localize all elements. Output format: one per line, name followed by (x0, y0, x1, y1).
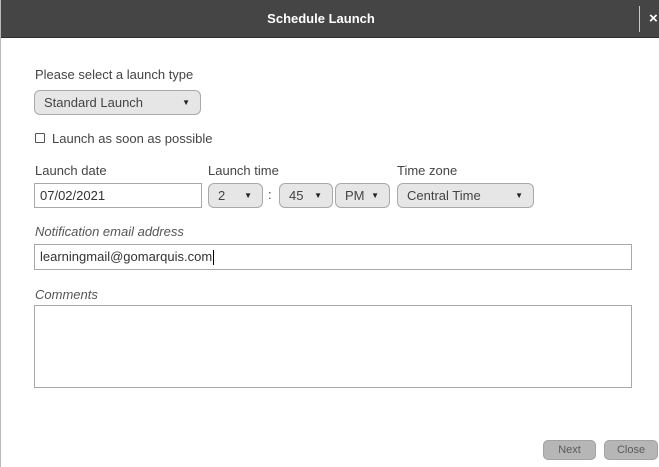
launch-asap-label: Launch as soon as possible (52, 131, 213, 146)
time-zone-value: Central Time (407, 188, 481, 203)
launch-minute-value: 45 (289, 188, 304, 203)
notification-email-field[interactable]: learningmail@gomarquis.com (34, 244, 632, 270)
notification-email-label: Notification email address (35, 224, 184, 239)
launch-hour-select[interactable]: 2 ▼ (208, 183, 263, 208)
notification-email-value: learningmail@gomarquis.com (40, 249, 213, 264)
schedule-launch-dialog: Schedule Launch × Please select a launch… (0, 0, 659, 467)
chevron-down-icon: ▼ (515, 191, 523, 200)
time-zone-label: Time zone (397, 163, 458, 178)
time-separator: : (268, 187, 272, 202)
next-button[interactable]: Next (543, 440, 596, 460)
launch-type-value: Standard Launch (44, 95, 144, 110)
comments-label: Comments (35, 287, 98, 302)
chevron-down-icon: ▼ (371, 191, 379, 200)
launch-asap-checkbox[interactable] (35, 133, 45, 143)
dialog-title: Schedule Launch (267, 11, 375, 26)
comments-textarea[interactable] (34, 305, 632, 388)
launch-ampm-select[interactable]: PM ▼ (335, 183, 390, 208)
launch-type-select[interactable]: Standard Launch ▼ (34, 90, 201, 115)
text-cursor (213, 250, 215, 266)
chevron-down-icon: ▼ (244, 191, 252, 200)
close-icon[interactable]: × (649, 0, 658, 38)
chevron-down-icon: ▼ (314, 191, 322, 200)
launch-date-value: 07/02/2021 (40, 188, 106, 203)
launch-minute-select[interactable]: 45 ▼ (279, 183, 333, 208)
titlebar-divider (639, 6, 640, 32)
launch-time-label: Launch time (208, 163, 279, 178)
launch-hour-value: 2 (218, 188, 226, 203)
launch-ampm-value: PM (345, 188, 365, 203)
launch-date-input[interactable]: 07/02/2021 (34, 183, 202, 208)
launch-date-label: Launch date (35, 163, 107, 178)
dialog-titlebar: Schedule Launch × (1, 0, 659, 38)
close-button[interactable]: Close (604, 440, 658, 460)
time-zone-select[interactable]: Central Time ▼ (397, 183, 534, 208)
launch-type-label: Please select a launch type (35, 67, 194, 82)
chevron-down-icon: ▼ (182, 98, 190, 107)
